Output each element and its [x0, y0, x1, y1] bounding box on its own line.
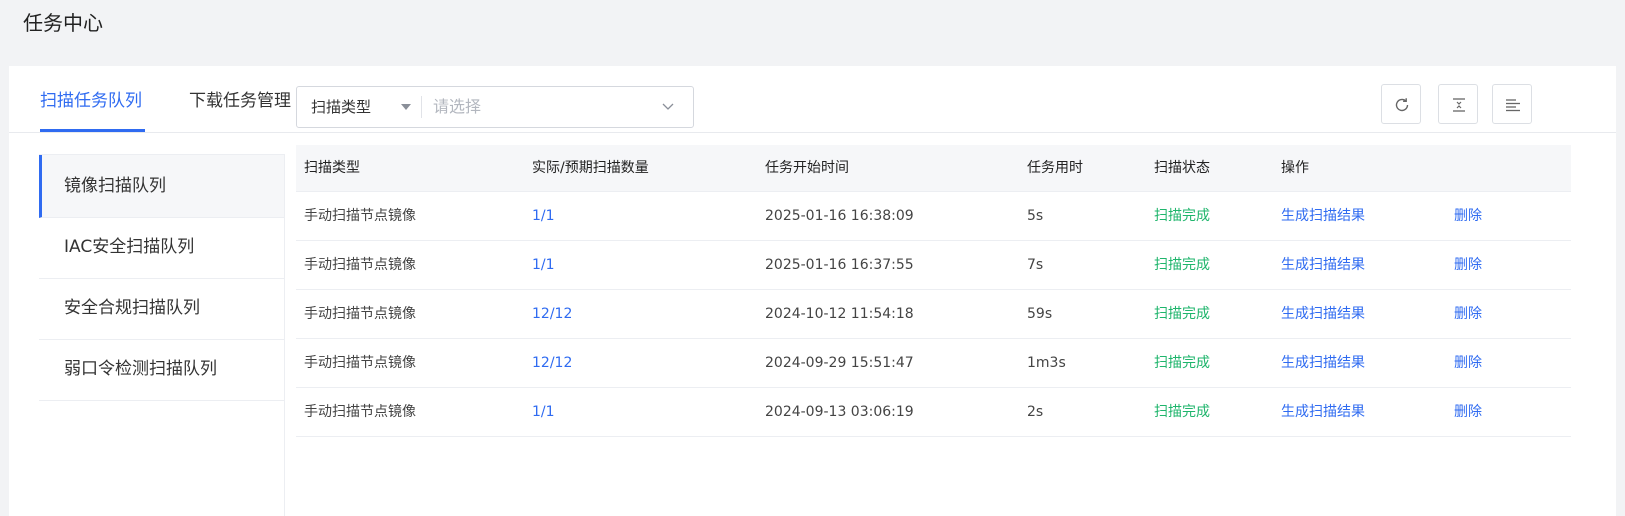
generate-result-link[interactable]: 生成扫描结果: [1281, 290, 1365, 338]
tab-download-management[interactable]: 下载任务管理: [189, 88, 291, 114]
column-settings-icon: [1506, 99, 1520, 112]
cell-scan-count-link[interactable]: 1/1: [532, 388, 555, 436]
cell-duration: 1m3s: [1027, 355, 1066, 371]
generate-result-link[interactable]: 生成扫描结果: [1281, 339, 1365, 387]
scan-task-table: 扫描类型 实际/预期扫描数量 任务开始时间 任务用时 扫描状态 操作 手动扫描节…: [296, 145, 1571, 437]
cell-scan-type: 手动扫描节点镜像: [304, 257, 416, 273]
scan-type-selector[interactable]: 扫描类型: [311, 97, 371, 117]
header-scan-count: 实际/预期扫描数量: [532, 160, 649, 176]
refresh-button[interactable]: [1381, 84, 1421, 124]
table-row: 手动扫描节点镜像 1/1 2025-01-16 16:38:09 5s 扫描完成…: [296, 192, 1571, 241]
generate-result-link[interactable]: 生成扫描结果: [1281, 192, 1365, 240]
delete-link[interactable]: 删除: [1454, 241, 1482, 289]
delete-link[interactable]: 删除: [1454, 290, 1482, 338]
header-start-time: 任务开始时间: [765, 160, 849, 176]
expand-vertical-icon: [1453, 98, 1465, 112]
cell-scan-type: 手动扫描节点镜像: [304, 404, 416, 420]
table-row: 手动扫描节点镜像 12/12 2024-09-29 15:51:47 1m3s …: [296, 339, 1571, 388]
sidebar-item-weak-password-scan-queue[interactable]: 弱口令检测扫描队列: [39, 338, 284, 401]
cell-scan-type: 手动扫描节点镜像: [304, 355, 416, 371]
table-row: 手动扫描节点镜像 1/1 2025-01-16 16:37:55 7s 扫描完成…: [296, 241, 1571, 290]
cell-duration: 5s: [1027, 208, 1044, 224]
scan-type-filter[interactable]: 扫描类型 请选择: [296, 86, 694, 128]
tab-scan-queue[interactable]: 扫描任务队列: [40, 88, 142, 114]
header-actions: 操作: [1281, 160, 1309, 176]
sidebar: 镜像扫描队列 IAC安全扫描队列 安全合规扫描队列 弱口令检测扫描队列: [39, 154, 285, 516]
cell-scan-count-link[interactable]: 1/1: [532, 241, 555, 289]
tab-bar: 扫描任务队列 下载任务管理: [9, 66, 1616, 133]
cell-status: 扫描完成: [1154, 306, 1210, 322]
header-scan-type: 扫描类型: [304, 160, 360, 176]
cell-status: 扫描完成: [1154, 404, 1210, 420]
filter-value-placeholder[interactable]: 请选择: [433, 96, 481, 118]
divider: [421, 96, 422, 118]
cell-duration: 7s: [1027, 257, 1044, 273]
caret-down-icon: [401, 104, 411, 110]
generate-result-link[interactable]: 生成扫描结果: [1281, 241, 1365, 289]
cell-scan-type: 手动扫描节点镜像: [304, 208, 416, 224]
table-row: 手动扫描节点镜像 1/1 2024-09-13 03:06:19 2s 扫描完成…: [296, 388, 1571, 437]
cell-duration: 59s: [1027, 306, 1053, 322]
column-settings-button[interactable]: [1492, 84, 1532, 124]
cell-scan-count-link[interactable]: 12/12: [532, 290, 572, 338]
cell-status: 扫描完成: [1154, 355, 1210, 371]
active-tab-indicator: [40, 129, 145, 132]
cell-status: 扫描完成: [1154, 208, 1210, 224]
sidebar-item-compliance-scan-queue[interactable]: 安全合规扫描队列: [39, 277, 284, 340]
header-status: 扫描状态: [1154, 160, 1210, 176]
sidebar-item-iac-scan-queue[interactable]: IAC安全扫描队列: [39, 216, 284, 279]
delete-link[interactable]: 删除: [1454, 388, 1482, 436]
header-duration: 任务用时: [1027, 160, 1083, 176]
sidebar-item-image-scan-queue[interactable]: 镜像扫描队列: [39, 155, 284, 218]
chevron-down-icon: [662, 103, 674, 110]
cell-scan-type: 手动扫描节点镜像: [304, 306, 416, 322]
sidebar-item-label: IAC安全扫描队列: [64, 237, 195, 257]
delete-link[interactable]: 删除: [1454, 192, 1482, 240]
cell-scan-count-link[interactable]: 12/12: [532, 339, 572, 387]
delete-link[interactable]: 删除: [1454, 339, 1482, 387]
cell-start-time: 2024-09-29 15:51:47: [765, 355, 914, 371]
sidebar-item-label: 安全合规扫描队列: [64, 298, 200, 318]
generate-result-link[interactable]: 生成扫描结果: [1281, 388, 1365, 436]
cell-scan-count-link[interactable]: 1/1: [532, 192, 555, 240]
cell-start-time: 2024-10-12 11:54:18: [765, 306, 914, 322]
page-title: 任务中心: [23, 11, 103, 35]
cell-start-time: 2024-09-13 03:06:19: [765, 404, 914, 420]
cell-duration: 2s: [1027, 404, 1044, 420]
table-header: 扫描类型 实际/预期扫描数量 任务开始时间 任务用时 扫描状态 操作: [296, 145, 1571, 192]
density-button[interactable]: [1438, 84, 1478, 124]
cell-start-time: 2025-01-16 16:37:55: [765, 257, 914, 273]
cell-status: 扫描完成: [1154, 257, 1210, 273]
cell-start-time: 2025-01-16 16:38:09: [765, 208, 914, 224]
sidebar-item-label: 弱口令检测扫描队列: [64, 359, 217, 379]
refresh-icon: [1395, 98, 1409, 112]
table-row: 手动扫描节点镜像 12/12 2024-10-12 11:54:18 59s 扫…: [296, 290, 1571, 339]
sidebar-item-label: 镜像扫描队列: [64, 176, 166, 196]
